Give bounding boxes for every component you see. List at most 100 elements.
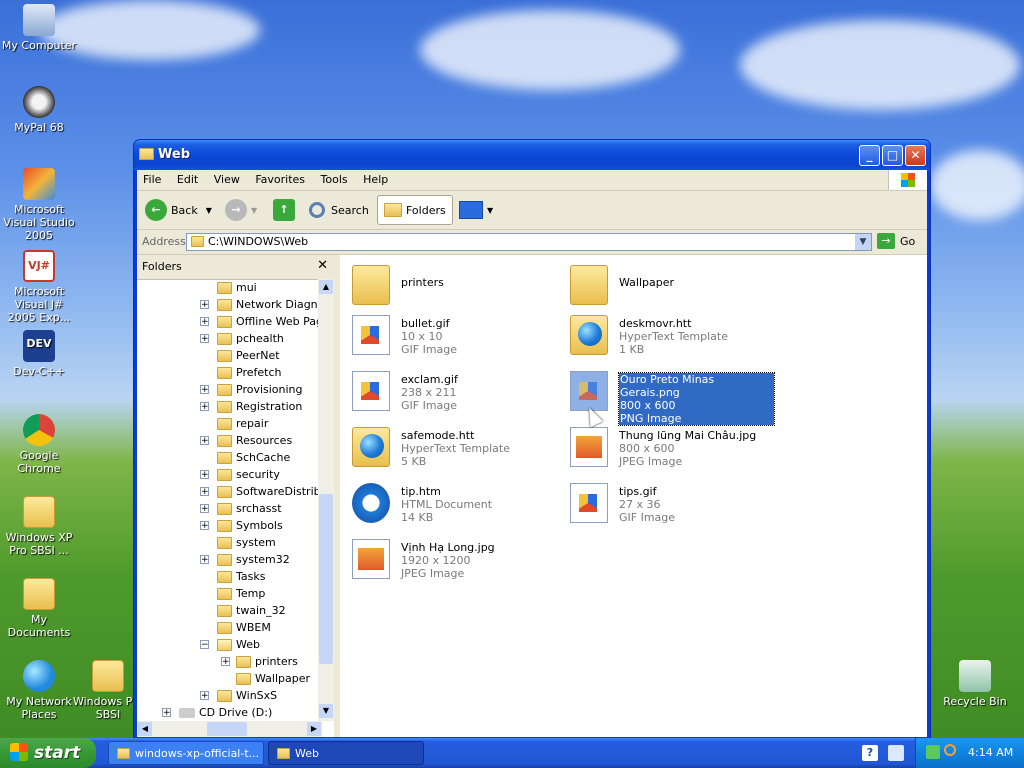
menu-tools[interactable]: Tools bbox=[315, 170, 354, 189]
close-button[interactable]: ✕ bbox=[905, 145, 926, 166]
explorer-window: Web _ □ ✕ File Edit View Favorites Tools… bbox=[133, 139, 931, 739]
tree-item[interactable]: Network Diagnost bbox=[217, 296, 322, 313]
tree-item[interactable]: security bbox=[217, 466, 280, 483]
desktop-icon-mypal[interactable]: MyPal 68 bbox=[0, 86, 78, 134]
go-arrow-icon: → bbox=[877, 233, 895, 249]
file-item-exclam[interactable]: exclam.gif 238 x 211 GIF Image bbox=[346, 367, 556, 415]
menu-help[interactable]: Help bbox=[357, 170, 394, 189]
file-item-bullet[interactable]: bullet.gif 10 x 10 GIF Image bbox=[346, 311, 556, 359]
network-icon bbox=[23, 660, 55, 692]
address-input[interactable]: C:\WINDOWS\Web ▼ bbox=[186, 233, 872, 251]
taskbar-item-web[interactable]: Web bbox=[268, 741, 424, 765]
back-button[interactable]: ← Back ▼ bbox=[145, 195, 212, 225]
chevron-down-icon[interactable]: ▼ bbox=[855, 234, 871, 250]
folder-tree: mui +Network Diagnost +Offline Web Page … bbox=[137, 279, 322, 721]
tree-item[interactable]: system bbox=[217, 534, 276, 551]
tree-item[interactable]: WBEM bbox=[217, 619, 271, 636]
tree-item[interactable]: printers bbox=[236, 653, 298, 670]
search-icon[interactable] bbox=[944, 744, 956, 756]
tree-item[interactable]: SoftwareDistribut bbox=[217, 483, 322, 500]
folder-icon bbox=[117, 748, 130, 759]
tree-item[interactable]: Offline Web Page bbox=[217, 313, 322, 330]
taskbar-item-explorer[interactable]: windows-xp-official-t... bbox=[108, 741, 264, 765]
title-bar[interactable]: Web _ □ ✕ bbox=[134, 140, 930, 170]
scroll-right-icon: ▶ bbox=[307, 722, 321, 736]
tree-item[interactable]: repair bbox=[217, 415, 268, 432]
visual-studio-icon bbox=[23, 168, 55, 200]
cloud bbox=[740, 20, 1020, 110]
file-list: printers Wallpaper bullet.gif 10 x 10 GIF … bbox=[340, 255, 927, 737]
desktop-icon-recycle-bin[interactable]: Recycle Bin bbox=[936, 660, 1014, 708]
file-item-tips[interactable]: tips.gif 27 x 36 GIF Image bbox=[564, 479, 774, 527]
scroll-thumb bbox=[319, 494, 333, 664]
network-status-icon[interactable] bbox=[926, 745, 940, 759]
search-button[interactable]: Search bbox=[309, 195, 369, 225]
desktop-icon-visual-studio[interactable]: Microsoft Visual Studio 2005 bbox=[0, 168, 78, 242]
folder-icon bbox=[277, 748, 290, 759]
tree-item[interactable]: Resources bbox=[217, 432, 292, 449]
tree-item[interactable]: Tasks bbox=[217, 568, 265, 585]
language-bar-icon[interactable] bbox=[888, 745, 904, 761]
html-template-icon bbox=[352, 427, 390, 467]
tree-item[interactable]: Registration bbox=[217, 398, 302, 415]
chevron-down-icon[interactable]: ▼ bbox=[206, 206, 212, 215]
back-arrow-icon: ← bbox=[145, 199, 167, 221]
go-button[interactable]: → Go bbox=[877, 233, 915, 249]
file-item-deskmovr[interactable]: deskmovr.htt HyperText Template 1 KB bbox=[564, 311, 774, 359]
forward-button[interactable]: → ▼ bbox=[225, 195, 257, 225]
close-icon[interactable]: ✕ bbox=[317, 258, 328, 273]
maximize-button[interactable]: □ bbox=[882, 145, 903, 166]
internet-explorer-icon bbox=[352, 483, 390, 523]
tree-item[interactable]: system32 bbox=[217, 551, 290, 568]
file-item-printers[interactable]: printers bbox=[346, 261, 556, 309]
windows-logo-icon bbox=[888, 170, 927, 190]
file-item-tip[interactable]: tip.htm HTML Document 14 KB bbox=[346, 479, 556, 527]
desktop-icon-devcpp[interactable]: DEV Dev-C++ bbox=[0, 330, 78, 378]
start-button[interactable]: start bbox=[0, 738, 96, 768]
jsharp-icon: VJ# bbox=[23, 250, 55, 282]
tree-item[interactable]: srchasst bbox=[217, 500, 282, 517]
file-item-safemode[interactable]: safemode.htt HyperText Template 5 KB bbox=[346, 423, 556, 471]
tree-item[interactable]: twain_32 bbox=[217, 602, 286, 619]
menu-favorites[interactable]: Favorites bbox=[249, 170, 311, 189]
image-file-icon bbox=[570, 483, 608, 523]
tree-item[interactable]: Symbols bbox=[217, 517, 283, 534]
file-item-mai-chau[interactable]: Thung lũng Mai Châu.jpg 800 x 600 JPEG Ima… bbox=[564, 423, 774, 471]
folders-vertical-scrollbar[interactable]: ▲ ▼ bbox=[318, 279, 334, 721]
tree-item[interactable]: WinSxS bbox=[217, 687, 277, 704]
tree-item[interactable]: SchCache bbox=[217, 449, 290, 466]
desktop-icon-my-documents[interactable]: My Documents bbox=[0, 578, 78, 639]
tree-item[interactable]: mui bbox=[217, 279, 257, 296]
desktop-icon-winxp-folder[interactable]: Windows XP Pro SBSI ... bbox=[0, 496, 78, 557]
menu-view[interactable]: View bbox=[208, 170, 246, 189]
tree-item-web[interactable]: Web bbox=[217, 636, 260, 653]
desktop-icon-chrome[interactable]: Google Chrome bbox=[0, 414, 78, 475]
up-button[interactable]: ↑ bbox=[273, 195, 299, 225]
tree-item[interactable]: Prefetch bbox=[217, 364, 281, 381]
menu-file[interactable]: File bbox=[137, 170, 167, 189]
image-file-icon bbox=[352, 371, 390, 411]
tree-item[interactable]: pchealth bbox=[217, 330, 284, 347]
cloud bbox=[930, 150, 1024, 220]
menu-edit[interactable]: Edit bbox=[171, 170, 204, 189]
folders-button[interactable]: Folders bbox=[377, 195, 453, 225]
views-button[interactable]: ▼ bbox=[459, 195, 493, 225]
forward-arrow-icon: → bbox=[225, 199, 247, 221]
file-item-wallpaper[interactable]: Wallpaper bbox=[564, 261, 774, 309]
tree-item[interactable]: Wallpaper bbox=[236, 670, 310, 687]
chevron-down-icon[interactable]: ▼ bbox=[251, 206, 257, 215]
minimize-button[interactable]: _ bbox=[859, 145, 880, 166]
address-bar: Address C:\WINDOWS\Web ▼ → Go bbox=[137, 230, 927, 255]
tree-item[interactable]: Provisioning bbox=[217, 381, 303, 398]
tree-item[interactable]: PeerNet bbox=[217, 347, 280, 364]
clock[interactable]: 4:14 AM bbox=[968, 746, 1013, 759]
desktop-icon-network-places[interactable]: My Network Places bbox=[0, 660, 78, 721]
desktop-icon-visual-jsharp[interactable]: VJ# Microsoft Visual J# 2005 Exp... bbox=[0, 250, 78, 324]
help-icon[interactable]: ? bbox=[862, 745, 878, 761]
tree-item-cd-drive[interactable]: CD Drive (D:) bbox=[179, 704, 272, 721]
desktop-icon-my-computer[interactable]: My Computer bbox=[0, 4, 78, 52]
tree-item[interactable]: Temp bbox=[217, 585, 265, 602]
file-item-ha-long[interactable]: Vịnh Hạ Long.jpg 1920 x 1200 JPEG Image bbox=[346, 535, 556, 583]
folders-horizontal-scrollbar[interactable]: ◀ ▶ bbox=[137, 721, 322, 737]
documents-folder-icon bbox=[23, 578, 55, 610]
